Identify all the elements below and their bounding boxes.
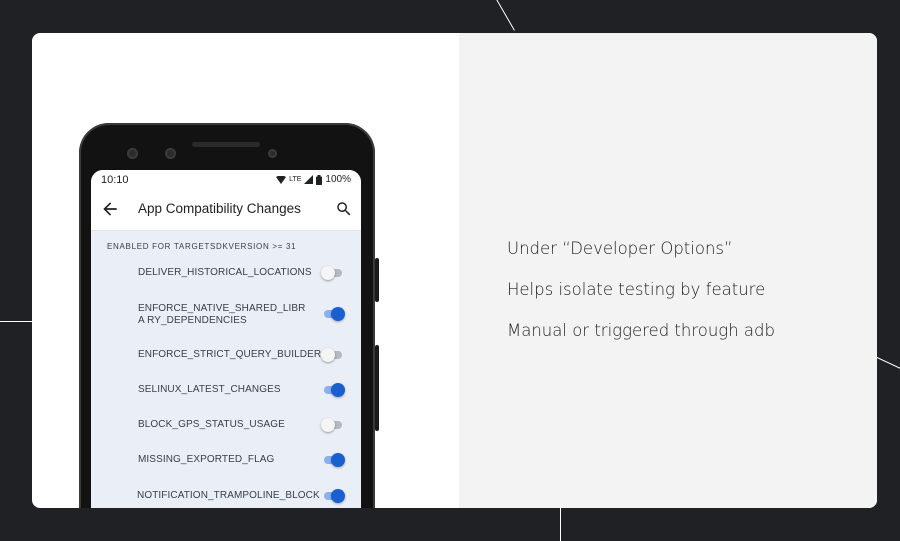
toggle-thumb — [321, 266, 335, 280]
phone-sensor-icon — [127, 148, 138, 159]
phone-screen: 10:10 LTE 100% App Compatibility Changes — [91, 170, 361, 508]
decorative-line-top — [494, 0, 515, 31]
compat-change-toggle[interactable] — [321, 418, 345, 432]
compat-change-label: ENFORCE_STRICT_QUERY_BUILDER — [138, 349, 322, 360]
section-header: ENABLED FOR TARGETSDKVERSION >= 31 — [107, 242, 297, 251]
search-icon[interactable] — [335, 200, 353, 218]
status-icons: LTE 100% — [276, 174, 351, 185]
bullet-panel: Under “Developer Options” Helps isolate … — [459, 33, 877, 508]
compat-change-toggle[interactable] — [321, 266, 345, 280]
signal-icon — [304, 175, 314, 184]
toggle-thumb — [331, 307, 345, 321]
compat-change-toggle[interactable] — [321, 383, 345, 397]
phone-speaker — [192, 142, 260, 147]
bullet-item: Under “Developer Options” — [507, 239, 733, 258]
compat-change-row[interactable]: DELIVER_HISTORICAL_LOCATIONS — [91, 266, 361, 280]
compat-change-row[interactable]: SELINUX_LATEST_CHANGES — [91, 383, 361, 397]
app-bar: App Compatibility Changes — [91, 189, 361, 231]
phone-mockup: 10:10 LTE 100% App Compatibility Changes — [79, 123, 379, 508]
compat-change-label: ENFORCE_NATIVE_SHARED_LIBRA RY_DEPENDENC… — [138, 303, 306, 326]
phone-volume-button — [375, 345, 379, 431]
battery-icon — [316, 174, 323, 185]
network-type: LTE — [289, 176, 302, 183]
compat-change-row[interactable]: ENFORCE_STRICT_QUERY_BUILDER — [91, 348, 361, 362]
compat-change-label: SELINUX_LATEST_CHANGES — [138, 384, 281, 395]
decorative-line-bottom — [560, 508, 561, 541]
compat-change-label: DELIVER_HISTORICAL_LOCATIONS — [138, 267, 312, 278]
compat-change-toggle[interactable] — [321, 453, 345, 467]
compat-change-toggle[interactable] — [321, 307, 345, 321]
toggle-thumb — [331, 383, 345, 397]
decorative-line-right — [876, 357, 900, 369]
bullet-item: Helps isolate testing by feature — [507, 280, 766, 299]
toggle-thumb — [321, 418, 335, 432]
compat-change-toggle[interactable] — [321, 348, 345, 362]
decorative-line-left — [0, 321, 32, 322]
compat-change-label: NOTIFICATION_TRAMPOLINE_BLOCK — [137, 490, 320, 501]
compat-change-label: BLOCK_GPS_STATUS_USAGE — [138, 419, 285, 430]
slide-card: Under “Developer Options” Helps isolate … — [32, 33, 877, 508]
compat-change-row[interactable]: ENFORCE_NATIVE_SHARED_LIBRA RY_DEPENDENC… — [91, 301, 361, 327]
status-time: 10:10 — [101, 173, 129, 186]
compat-change-toggle[interactable] — [321, 489, 345, 503]
compat-change-label: MISSING_EXPORTED_FLAG — [138, 454, 275, 465]
toggle-thumb — [331, 489, 345, 503]
compat-change-row[interactable]: MISSING_EXPORTED_FLAG — [91, 453, 361, 467]
wifi-icon — [276, 175, 287, 184]
toggle-thumb — [331, 453, 345, 467]
battery-level: 100% — [325, 174, 351, 185]
bullet-item: Manual or triggered through adb — [507, 321, 775, 340]
phone-sensor-icon — [165, 148, 176, 159]
bullet-list: Under “Developer Options” Helps isolate … — [507, 239, 775, 362]
status-bar: 10:10 LTE 100% — [91, 170, 361, 189]
compat-change-row[interactable]: BLOCK_GPS_STATUS_USAGE — [91, 418, 361, 432]
toggle-thumb — [321, 348, 335, 362]
phone-power-button — [375, 258, 379, 302]
page-title: App Compatibility Changes — [138, 201, 301, 216]
compat-change-row[interactable]: NOTIFICATION_TRAMPOLINE_BLOCK — [91, 489, 361, 503]
arrow-left-icon[interactable] — [100, 199, 120, 219]
front-camera-icon — [268, 149, 277, 158]
